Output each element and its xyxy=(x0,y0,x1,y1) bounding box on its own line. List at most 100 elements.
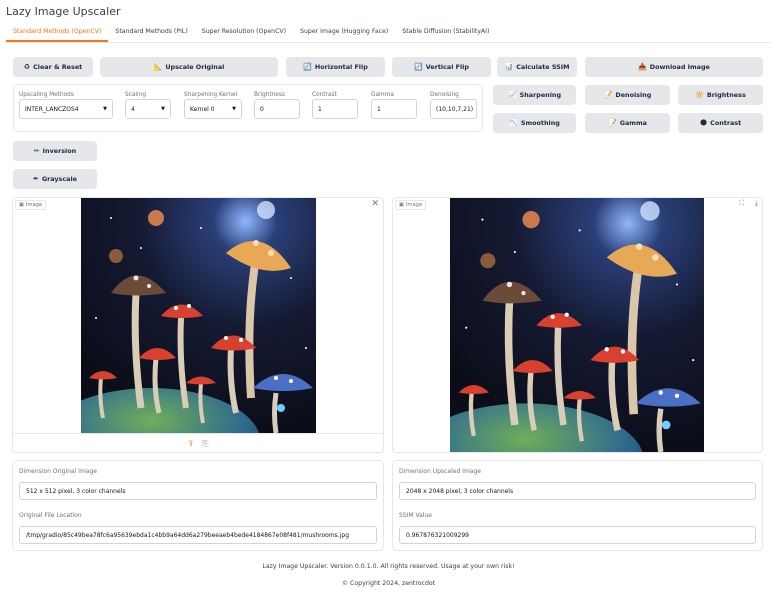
chart-increasing-icon: 📈 xyxy=(507,91,517,99)
footer-copyright: © Copyright 2024, zentrocdot xyxy=(341,580,436,587)
brightness-label: Brightness xyxy=(254,92,285,98)
denoising-button[interactable]: 📝 Denoising xyxy=(585,85,670,105)
file-location-label: Original File Location xyxy=(19,512,82,519)
original-image-panel: ▣ Image ✕ ⇪ ⎘ xyxy=(12,197,384,453)
tab-bar: Standard Methods (OpenCV) Standard Metho… xyxy=(6,25,771,43)
chevron-down-icon: ▼ xyxy=(103,106,107,112)
sharpening-label: Sharpening xyxy=(519,91,562,99)
upscaled-info-box: Dimension Upscaled Image 2048 x 2048 pix… xyxy=(392,460,763,551)
contrast-input[interactable]: 1 xyxy=(312,99,358,119)
inversion-label: Inversion xyxy=(42,147,77,155)
vertical-flip-button[interactable]: 🔃 Vertical Flip xyxy=(392,57,491,77)
sharpening-kernel-dropdown[interactable]: Kernel 0 ▼ xyxy=(184,99,242,119)
mushrooms-artwork xyxy=(81,198,316,433)
pen-nib-icon: ✒ xyxy=(33,175,39,183)
new-moon-icon: 🌑 xyxy=(699,119,708,127)
denoising-button-label: Denoising xyxy=(615,91,652,99)
original-image-toolbar: ⇪ ⎘ xyxy=(13,433,383,453)
upload-icon[interactable]: ⇪ xyxy=(187,439,194,448)
brightness-value: 0 xyxy=(260,105,264,113)
upscaled-image-label: ▣ Image xyxy=(395,200,427,210)
sharpening-kernel-label: Sharpening Kernel xyxy=(184,92,238,98)
fullscreen-icon[interactable]: ⛶ xyxy=(739,199,744,208)
bar-chart-icon: 📊 xyxy=(504,63,514,71)
chart-decreasing-icon: 📉 xyxy=(509,119,518,127)
inversion-button[interactable]: ✏ Inversion xyxy=(13,141,97,161)
calculate-ssim-label: Calculate SSIM xyxy=(516,63,570,71)
triangle-ruler-icon: 📐 xyxy=(153,63,163,71)
tab-super-image[interactable]: Super Image (Hugging Face) xyxy=(293,25,395,42)
sharpening-kernel-value: Kernel 0 xyxy=(190,105,215,113)
parameter-controls: Upscaling Methods INTER_LANCZOS4 ▼ Scali… xyxy=(13,84,483,132)
upscale-original-button[interactable]: 📐 Upscale Original xyxy=(100,57,278,77)
mushrooms-artwork-upscaled xyxy=(450,198,704,452)
gamma-button-label: Gamma xyxy=(619,119,647,127)
image-icon: ▣ xyxy=(399,202,404,208)
memo-icon: 📝 xyxy=(608,119,617,127)
contrast-button[interactable]: 🌑 Contrast xyxy=(678,113,763,133)
clear-reset-button[interactable]: ♻ Clear & Reset xyxy=(13,57,93,77)
inbox-download-icon: 📥 xyxy=(638,63,647,71)
gamma-value: 1 xyxy=(377,105,381,113)
upscaling-methods-dropdown[interactable]: INTER_LANCZOS4 ▼ xyxy=(19,99,113,119)
upscaled-image[interactable] xyxy=(450,198,704,452)
denoising-input[interactable]: (10,10,7,21) xyxy=(430,99,477,119)
denoising-label: Denoising xyxy=(430,92,459,98)
upscaling-methods-value: INTER_LANCZOS4 xyxy=(25,105,79,113)
contrast-button-label: Contrast xyxy=(710,119,742,127)
dimension-upscaled-field[interactable]: 2048 x 2048 pixel, 3 color channels xyxy=(399,482,756,500)
scaling-dropdown[interactable]: 4 ▼ xyxy=(125,99,171,119)
memo-icon: 📝 xyxy=(603,91,613,99)
dimension-original-field[interactable]: 512 x 512 pixel, 3 color channels xyxy=(19,482,377,500)
recycle-icon: ♻ xyxy=(23,63,31,71)
gamma-label: Gamma xyxy=(371,92,394,98)
grayscale-button[interactable]: ✒ Grayscale xyxy=(13,169,97,189)
smoothing-button[interactable]: 📉 Smoothing xyxy=(493,113,576,133)
horizontal-flip-button[interactable]: 🔄 Horizontal Flip xyxy=(286,57,385,77)
chevron-down-icon: ▼ xyxy=(161,106,165,112)
download-image-button[interactable]: 📥 Download Image xyxy=(585,57,763,77)
denoising-value: (10,10,7,21) xyxy=(436,105,474,113)
original-image-label: ▣ Image xyxy=(15,200,47,210)
tab-standard-opencv[interactable]: Standard Methods (OpenCV) xyxy=(6,25,109,42)
chevron-down-icon: ▼ xyxy=(232,106,236,112)
ssim-field[interactable]: 0.967876321009299 xyxy=(399,526,756,544)
scaling-value: 4 xyxy=(131,105,135,113)
sharpening-button[interactable]: 📈 Sharpening xyxy=(493,85,576,105)
dimension-original-label: Dimension Original Image xyxy=(19,468,97,475)
upscale-original-label: Upscale Original xyxy=(165,63,225,71)
file-location-field[interactable]: /tmp/gradio/85c49bea78fc6a95639ebda1c4bb… xyxy=(19,526,377,544)
gamma-input[interactable]: 1 xyxy=(371,99,417,119)
gamma-button[interactable]: 📝 Gamma xyxy=(585,113,670,133)
image-icon: ▣ xyxy=(19,202,24,208)
clipboard-icon[interactable]: ⎘ xyxy=(202,439,208,449)
tab-stable-diffusion[interactable]: Stable Diffusion (StabilityAI) xyxy=(395,25,496,42)
pencil-icon: ✏ xyxy=(33,147,40,155)
brightness-button[interactable]: 🔆 Brightness xyxy=(678,85,763,105)
brightness-button-label: Brightness xyxy=(706,91,746,99)
download-icon[interactable]: ⤓ xyxy=(755,199,758,208)
calculate-ssim-button[interactable]: 📊 Calculate SSIM xyxy=(497,57,577,77)
horizontal-flip-label: Horizontal Flip xyxy=(314,63,368,71)
download-image-label: Download Image xyxy=(649,63,710,71)
vertical-flip-label: Vertical Flip xyxy=(425,63,469,71)
tab-super-resolution[interactable]: Super Resolution (OpenCV) xyxy=(195,25,293,42)
tab-standard-pil[interactable]: Standard Methods (PIL) xyxy=(108,25,194,42)
ssim-label: SSIM Value xyxy=(399,512,432,519)
contrast-label: Contrast xyxy=(312,92,337,98)
scaling-label: Scaling xyxy=(125,92,146,98)
original-image[interactable] xyxy=(81,198,316,433)
clear-reset-label: Clear & Reset xyxy=(33,63,83,71)
grayscale-label: Grayscale xyxy=(41,175,77,183)
smoothing-label: Smoothing xyxy=(520,119,560,127)
upscaling-methods-label: Upscaling Methods xyxy=(19,92,74,98)
flip-vertical-icon: 🔃 xyxy=(414,63,423,71)
app-title: Lazy Image Upscaler xyxy=(6,5,121,18)
brightness-input[interactable]: 0 xyxy=(254,99,300,119)
contrast-value: 1 xyxy=(318,105,322,113)
original-info-box: Dimension Original Image 512 x 512 pixel… xyxy=(12,460,384,551)
sun-icon: 🔆 xyxy=(695,91,704,99)
footer-version: Lazy Image Upscaler. Version 0.0.1.0. Al… xyxy=(262,563,515,570)
flip-horizontal-icon: 🔄 xyxy=(303,63,312,71)
close-icon[interactable]: ✕ xyxy=(371,199,379,209)
